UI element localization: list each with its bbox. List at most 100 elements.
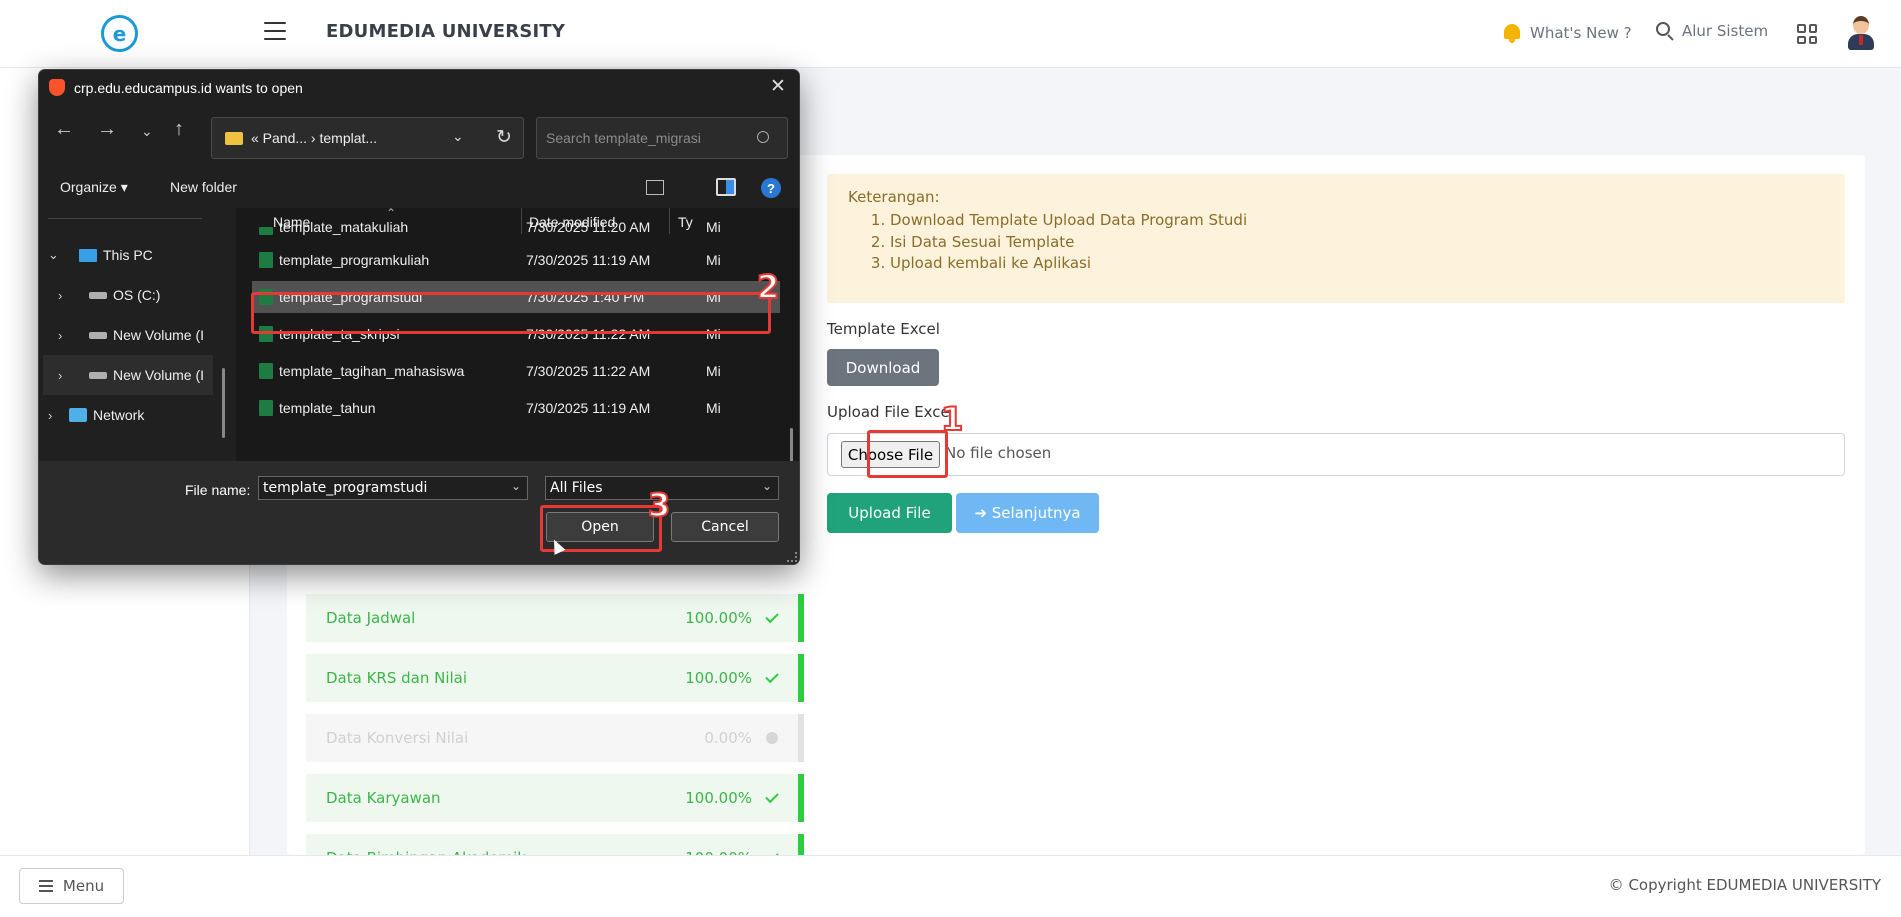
organize-button[interactable]: Organize ▾ — [60, 179, 128, 196]
file-date: 7/30/2025 11:22 AM — [526, 363, 651, 379]
apps-grid-icon[interactable] — [1797, 24, 1817, 44]
file-date: 7/30/2025 11:19 AM — [526, 252, 651, 268]
alur-sistem-label: Alur Sistem — [1682, 22, 1769, 40]
brave-browser-icon — [49, 79, 65, 96]
file-row[interactable]: template_matakuliah 7/30/2025 11:20 AM M… — [252, 221, 780, 235]
top-bar: e EDUMEDIA UNIVERSITY What's New ? Alur … — [0, 0, 1901, 68]
chevron-right-icon[interactable]: › — [58, 328, 72, 343]
chevron-right-icon[interactable]: › — [48, 408, 62, 423]
search-placeholder: Search template_migrasi — [546, 130, 701, 146]
nav-item-os-c[interactable]: › OS (C:) — [58, 280, 160, 310]
file-type-value: All Files — [550, 480, 603, 496]
file-date: 7/30/2025 11:19 AM — [526, 400, 651, 416]
info-list: Download Template Upload Data Program St… — [890, 210, 1824, 275]
new-folder-button[interactable]: New folder — [170, 179, 237, 195]
menu-button[interactable]: Menu — [19, 868, 124, 904]
refresh-icon[interactable]: ↻ — [496, 126, 512, 149]
up-arrow-icon[interactable]: ↑ — [174, 118, 184, 141]
progress-label: Data Karyawan — [326, 789, 441, 807]
view-options-icon[interactable] — [646, 180, 664, 195]
file-date: 7/30/2025 11:20 AM — [526, 221, 651, 235]
upload-file-label: Upload File Excel — [827, 403, 954, 421]
upload-file-button[interactable]: Upload File — [827, 493, 952, 533]
network-icon — [69, 408, 87, 422]
chevron-down-icon[interactable]: ⌄ — [762, 479, 772, 493]
excel-file-icon — [259, 227, 273, 235]
file-row[interactable]: template_tahun 7/30/2025 11:19 AM Mi — [252, 392, 780, 424]
annotation-number: 2 — [756, 267, 780, 307]
file-row[interactable]: template_programkuliah 7/30/2025 11:19 A… — [252, 244, 780, 276]
navigation-pane: ⌄ This PC › OS (C:) › New Volume (I › Ne… — [39, 208, 235, 461]
progress-item[interactable]: Data KRS dan Nilai 100.00% — [306, 654, 804, 702]
recent-locations-chevron-icon[interactable]: ⌄ — [141, 123, 153, 140]
progress-item[interactable]: Data Konversi Nilai 0.00% — [306, 714, 804, 762]
nav-item-this-pc[interactable]: ⌄ This PC — [48, 240, 153, 270]
dialog-title-bar: crp.edu.educampus.id wants to open ✕ — [39, 70, 799, 106]
info-icon — [766, 732, 778, 744]
file-name-input[interactable]: template_programstudi ⌄ — [258, 476, 528, 500]
university-logo[interactable]: e — [101, 15, 138, 52]
nav-label: Network — [93, 407, 145, 423]
drive-icon — [89, 331, 107, 339]
chevron-right-icon[interactable]: › — [58, 288, 72, 303]
back-arrow-icon[interactable]: ← — [54, 118, 74, 141]
hamburger-menu-icon[interactable] — [264, 22, 286, 40]
progress-item[interactable]: Data Jadwal 100.00% — [306, 594, 804, 642]
nav-item-network[interactable]: › Network — [48, 400, 144, 430]
next-button[interactable]: ➔ Selanjutnya — [956, 493, 1099, 533]
folder-icon — [225, 132, 243, 145]
annotation-highlight-file-row — [251, 292, 771, 334]
chevron-down-icon[interactable]: ⌄ — [511, 479, 521, 493]
file-list: Name Date modified Ty ⌃ template_matakul… — [236, 206, 799, 461]
check-icon — [765, 669, 779, 683]
close-icon[interactable]: ✕ — [770, 75, 786, 98]
drive-icon — [89, 371, 107, 379]
nav-item-new-volume[interactable]: › New Volume (I — [43, 355, 213, 395]
progress-percent: 100.00% — [685, 669, 752, 687]
preview-pane-icon[interactable] — [716, 178, 736, 196]
no-file-text: No file chosen — [945, 444, 1052, 462]
alur-sistem-link[interactable]: Alur Sistem — [1656, 22, 1769, 41]
file-type: Mi — [706, 363, 721, 379]
check-icon — [765, 789, 779, 803]
help-icon[interactable]: ? — [761, 178, 781, 198]
file-row[interactable]: template_tagihan_mahasiswa 7/30/2025 11:… — [252, 355, 780, 387]
annotation-number: 3 — [647, 485, 671, 525]
chevron-down-icon[interactable]: ⌄ — [48, 247, 62, 263]
info-item: Upload kembali ke Aplikasi — [890, 253, 1824, 275]
nav-label: OS (C:) — [113, 287, 161, 303]
sort-caret-icon: ⌃ — [386, 206, 397, 220]
chevron-down-icon[interactable]: ⌄ — [452, 128, 464, 145]
progress-label: Data Jadwal — [326, 609, 416, 627]
file-type: Mi — [706, 221, 721, 235]
brand-title: EDUMEDIA UNIVERSITY — [326, 21, 566, 42]
computer-icon — [79, 248, 97, 262]
search-input[interactable]: Search template_migrasi — [536, 117, 788, 159]
forward-arrow-icon[interactable]: → — [97, 118, 117, 141]
download-button[interactable]: Download — [827, 349, 939, 386]
annotation-number: 1 — [940, 399, 964, 439]
nav-label: New Volume (I — [113, 327, 205, 343]
avatar[interactable] — [1846, 14, 1876, 52]
progress-percent: 0.00% — [704, 729, 752, 747]
progress-percent: 100.00% — [685, 609, 752, 627]
scrollbar[interactable] — [222, 368, 225, 438]
chevron-right-icon[interactable]: › — [58, 368, 72, 383]
file-name: template_tahun — [279, 400, 376, 416]
file-name-label: File name: — [185, 482, 251, 498]
menu-label: Menu — [62, 877, 105, 895]
bell-icon — [1502, 22, 1522, 44]
cancel-button[interactable]: Cancel — [671, 512, 779, 542]
list-icon — [38, 880, 53, 892]
nav-item-new-volume[interactable]: › New Volume (I — [58, 320, 204, 350]
excel-file-icon — [259, 400, 273, 416]
dialog-toolbar: Organize ▾ New folder ? — [39, 170, 799, 204]
template-excel-label: Template Excel — [827, 320, 940, 338]
progress-label: Data Konversi Nilai — [326, 729, 469, 747]
copyright-text: © Copyright EDUMEDIA UNIVERSITY — [1608, 876, 1881, 894]
divider — [48, 218, 202, 219]
progress-item[interactable]: Data Karyawan 100.00% — [306, 774, 804, 822]
whats-new-link[interactable]: What's New ? — [1502, 22, 1632, 44]
resize-grip-icon[interactable] — [787, 552, 797, 562]
address-bar[interactable]: « Pand... › templat... ⌄ ↻ — [211, 117, 524, 159]
